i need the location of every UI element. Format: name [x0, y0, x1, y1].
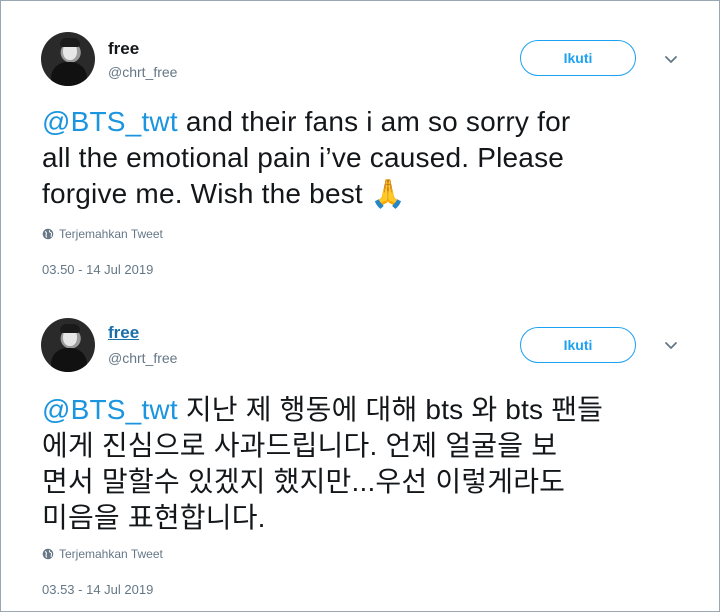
globe-icon [42, 548, 54, 560]
avatar[interactable] [41, 318, 95, 372]
translate-tweet-link[interactable]: Terjemahkan Tweet [42, 227, 163, 241]
tweet-timestamp[interactable]: 03.53 - 14 Jul 2019 [42, 582, 153, 597]
folded-hands-emoji: 🙏 [370, 178, 406, 209]
tweet-text: @BTS_twt 지난 제 행동에 대해 bts 와 bts 팬들 에게 진심으… [42, 392, 682, 536]
avatar-body-shape [51, 348, 87, 372]
follow-button[interactable]: Ikuti [520, 327, 636, 363]
display-name[interactable]: free [108, 39, 139, 59]
tweet-text: @BTS_twt and their fans i am so sorry fo… [42, 104, 682, 212]
user-handle[interactable]: @chrt_free [108, 64, 177, 80]
chevron-down-icon[interactable] [664, 52, 678, 66]
tweet-text-line: @BTS_twt 지난 제 행동에 대해 bts 와 bts 팬들 [42, 392, 682, 428]
translate-label: Terjemahkan Tweet [59, 547, 163, 561]
user-handle[interactable]: @chrt_free [108, 350, 177, 366]
mention-link[interactable]: @BTS_twt [42, 394, 178, 425]
tweet-text-line: 에게 진심으로 사과드립니다. 언제 얼굴을 보 [42, 430, 558, 461]
tweet-text-segment: 지난 제 행동에 대해 bts 와 bts 팬들 [177, 394, 604, 425]
chevron-down-icon[interactable] [664, 338, 678, 352]
translate-label: Terjemahkan Tweet [59, 227, 163, 241]
tweet-text-line: 미음을 표현합니다. [42, 502, 266, 533]
avatar-hair-shape [60, 38, 80, 47]
tweet-text-line: all the emotional pain i’ve caused. Plea… [42, 142, 565, 173]
tweet-text-segment: and their fans i am so sorry for [177, 106, 571, 137]
tweet-text-line: forgive me. Wish the best 🙏 [42, 176, 682, 212]
tweet-card: free @chrt_free Ikuti @BTS_twt 지난 제 행동에 … [0, 300, 720, 612]
avatar-body-shape [51, 62, 87, 86]
tweet-text-line: @BTS_twt and their fans i am so sorry fo… [42, 104, 682, 140]
tweet-text-segment: forgive me. Wish the best [42, 178, 371, 209]
mention-link[interactable]: @BTS_twt [42, 106, 178, 137]
follow-button[interactable]: Ikuti [520, 40, 636, 76]
display-name[interactable]: free [108, 323, 139, 343]
avatar-hair-shape [60, 324, 80, 333]
tweet-text-line: 면서 말할수 있겠지 했지만...우선 이렇게라도 [42, 466, 566, 497]
avatar[interactable] [41, 32, 95, 86]
globe-icon [42, 228, 54, 240]
tweet-timestamp[interactable]: 03.50 - 14 Jul 2019 [42, 262, 153, 277]
translate-tweet-link[interactable]: Terjemahkan Tweet [42, 547, 163, 561]
tweet-card: free @chrt_free Ikuti @BTS_twt and their… [0, 0, 720, 300]
